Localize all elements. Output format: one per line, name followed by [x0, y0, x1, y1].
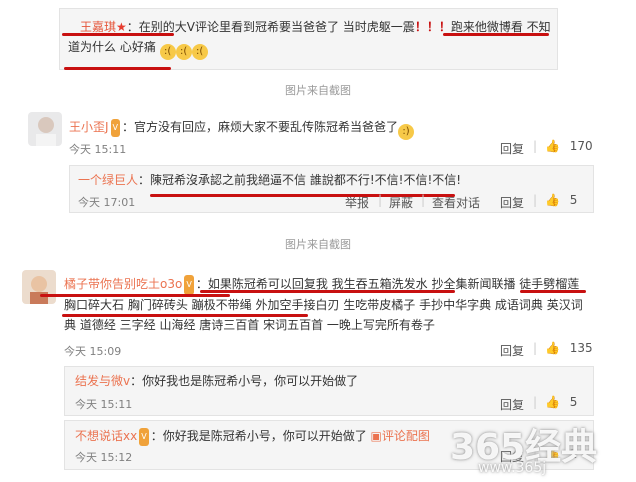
- reply-text: ：陳冠希沒承認之前我絕逼不信 誰說都不行!不信!不信!不信!: [138, 173, 462, 187]
- crying-emoji-icon: :(: [159, 44, 176, 60]
- reply-author[interactable]: 一个绿巨人: [78, 173, 138, 187]
- thumbs-up-icon[interactable]: 👍: [545, 395, 560, 409]
- comment-text: ：在别的大V评论里看到冠希要当爸爸了 当时虎躯一震: [126, 20, 415, 34]
- comment-text: ：如果陈冠希可以回复我 我生吞五箱洗发水 抄全集新闻联播 徒手劈榴莲: [195, 277, 580, 291]
- reply-button[interactable]: 回复: [500, 140, 524, 157]
- like-count: 170: [569, 139, 593, 153]
- reply-button[interactable]: 回复: [500, 342, 524, 359]
- red-underline: [443, 33, 549, 36]
- divider: |: [533, 395, 538, 409]
- reply-text: ：你好我是陈冠希小号，你可以开始做了: [150, 429, 367, 443]
- reply-button[interactable]: 回复: [500, 194, 524, 211]
- avatar-image: [28, 112, 62, 146]
- vip-badge-icon: V: [110, 119, 121, 137]
- red-underline: [200, 290, 455, 293]
- red-underline: [520, 290, 586, 293]
- avatar[interactable]: [28, 112, 62, 146]
- watermark-url: www.365j: [478, 460, 547, 476]
- comment-text-line3: 典 道德经 三字经 山海经 唐诗三百首 宋词五百首 一晚上写完所有卷子: [64, 318, 435, 332]
- divider: |: [533, 193, 538, 207]
- crying-emoji-icon: :(: [191, 44, 208, 60]
- reply-author[interactable]: 结发与微v: [75, 374, 130, 388]
- comment-time: 今天 15:09: [64, 345, 122, 358]
- photo-icon[interactable]: ▣: [371, 427, 382, 445]
- reply-time: 今天 15:11: [75, 398, 133, 411]
- like-count: 135: [569, 341, 593, 355]
- vip-badge-icon: V: [139, 428, 149, 446]
- comment-text-line2: 胸口碎大石 胸门碎砖头 蹦极不带绳 外加空手接白刃 生吃带皮橘子 手抄中华字典 …: [64, 298, 583, 312]
- comment-text-c: 道为什么 心好痛: [68, 40, 156, 54]
- reply-author[interactable]: 不想说话xx: [75, 429, 137, 443]
- smile-emoji-icon: :): [398, 124, 415, 140]
- image-caption: 图片来自截图: [285, 84, 351, 97]
- divider: |: [378, 193, 383, 207]
- comment-text: ：官方没有回应，麻烦大家不要乱传陈冠希当爸爸了: [122, 120, 399, 134]
- reply-time: 今天 17:01: [78, 196, 136, 209]
- thumbs-up-icon[interactable]: 👍: [545, 193, 560, 207]
- divider: |: [533, 341, 538, 355]
- reply-button[interactable]: 回复: [500, 396, 524, 413]
- thumbs-up-icon[interactable]: 👍: [545, 139, 560, 153]
- crying-emoji-icon: :(: [175, 44, 192, 60]
- star-icon: ★: [116, 20, 127, 34]
- image-caption: 图片来自截图: [285, 238, 351, 251]
- thumbs-up-icon[interactable]: 👍: [545, 341, 560, 355]
- red-underline: [62, 314, 308, 317]
- image-link[interactable]: 评论配图: [382, 429, 430, 443]
- divider: |: [533, 139, 538, 153]
- comment-text-b: 跑来他微博看 不知: [450, 20, 551, 34]
- comment-author[interactable]: 王小歪J: [69, 120, 109, 134]
- block-button[interactable]: 屏蔽: [389, 194, 413, 211]
- comment-author[interactable]: __王嘉琪: [68, 20, 116, 34]
- vip-badge-icon: V: [184, 275, 194, 295]
- like-count: 5: [569, 193, 578, 207]
- divider: |: [421, 193, 426, 207]
- comment-time: 今天 15:11: [69, 143, 127, 156]
- red-underline: [40, 294, 230, 297]
- top-comment-card: __王嘉琪★：在别的大V评论里看到冠希要当爸爸了 当时虎躯一震！！！跑来他微博看…: [59, 8, 558, 70]
- avatar-image: [22, 270, 56, 304]
- reply-time: 今天 15:12: [75, 451, 133, 464]
- exclamation-text: ！！！: [414, 20, 451, 34]
- red-underline: [64, 67, 171, 70]
- like-count: 5: [569, 395, 578, 409]
- reply-text: ：你好我也是陈冠希小号，你可以开始做了: [130, 374, 359, 388]
- avatar[interactable]: [22, 270, 56, 304]
- comment-author[interactable]: 橘子带你告别吃土o3o: [64, 277, 182, 291]
- view-conversation-button[interactable]: 查看对话: [432, 194, 480, 211]
- red-underline: [62, 33, 174, 36]
- report-button[interactable]: 举报: [345, 194, 369, 211]
